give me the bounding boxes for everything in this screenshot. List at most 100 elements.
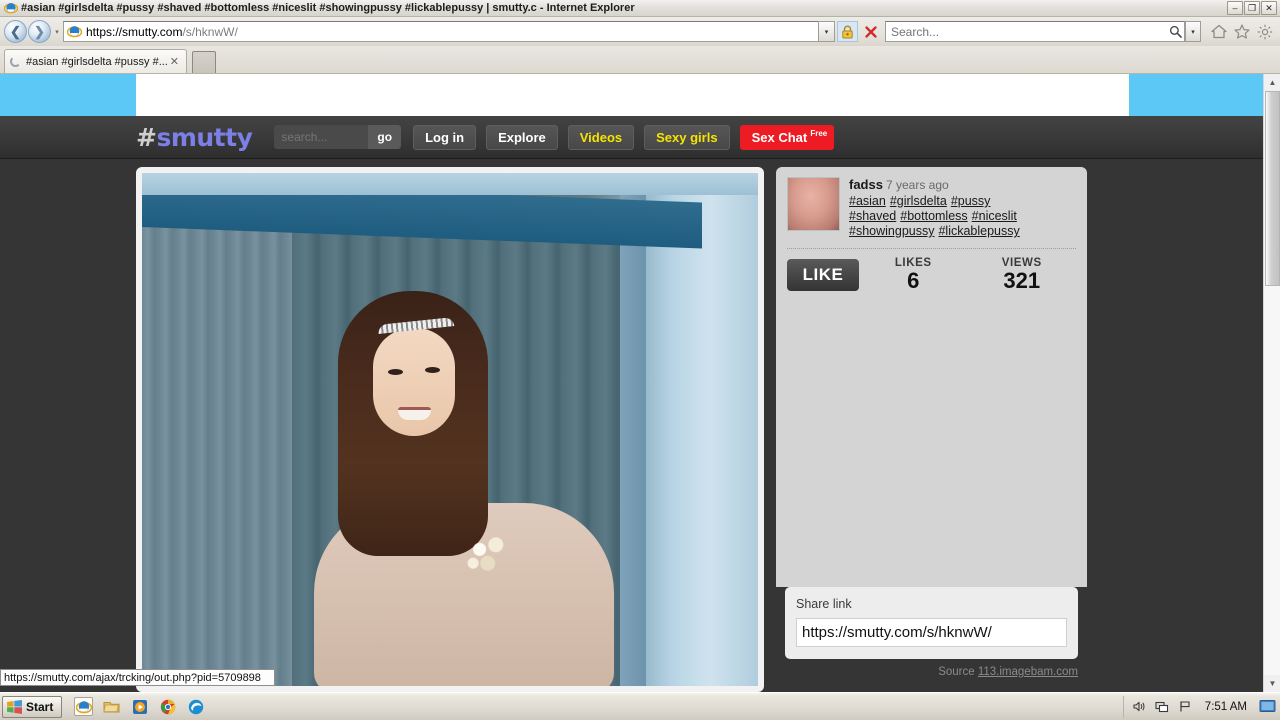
source-link[interactable]: 113.imagebam.com bbox=[978, 666, 1078, 678]
tag-link[interactable]: #lickablepussy bbox=[938, 224, 1019, 238]
source-credit: Source 113.imagebam.com bbox=[776, 659, 1087, 678]
like-button[interactable]: LIKE bbox=[787, 259, 859, 291]
page-body: fadss 7 years ago #asian #girlsdelta #pussy… bbox=[0, 159, 1263, 692]
minimize-button[interactable]: – bbox=[1227, 1, 1243, 15]
likes-count: 6 bbox=[907, 268, 920, 293]
taskbar-internet-explorer-icon[interactable] bbox=[74, 697, 94, 716]
tag-link[interactable]: #pussy bbox=[951, 194, 991, 208]
nav-login-button[interactable]: Log in bbox=[413, 124, 477, 150]
tab-bar: #asian #girlsdelta #pussy #... ✕ bbox=[0, 46, 1280, 74]
action-flag-icon[interactable] bbox=[1178, 699, 1193, 714]
views-count: 321 bbox=[1003, 268, 1041, 293]
close-button[interactable]: ✕ bbox=[1261, 1, 1277, 15]
photo-subject-eye-left bbox=[388, 369, 403, 375]
address-bar[interactable]: https://smutty.com/s/hknwW/ bbox=[63, 21, 819, 42]
browser-tab[interactable]: #asian #girlsdelta #pussy #... ✕ bbox=[4, 49, 187, 73]
taskbar-microsoft-edge-icon[interactable] bbox=[186, 697, 205, 716]
site-logo[interactable]: #smutty bbox=[136, 122, 253, 152]
address-dropdown-button[interactable]: ▾ bbox=[818, 21, 835, 42]
search-icon[interactable] bbox=[1166, 25, 1184, 38]
photo-ceiling bbox=[142, 173, 758, 195]
browser-command-icons bbox=[1210, 23, 1273, 40]
ad-slot[interactable] bbox=[136, 74, 1129, 116]
card-divider bbox=[787, 248, 1076, 249]
status-bar: https://smutty.com/ajax/trcking/out.php?… bbox=[0, 669, 275, 686]
tab-title: #asian #girlsdelta #pussy #... bbox=[26, 55, 168, 68]
site-header: #smutty go Log in Explore Videos Sexy gi… bbox=[0, 116, 1263, 159]
search-provider-dropdown[interactable]: ▾ bbox=[1185, 21, 1201, 42]
tab-close-icon[interactable]: ✕ bbox=[168, 55, 181, 68]
browser-search-input[interactable] bbox=[886, 24, 1166, 39]
tag-link[interactable]: #showingpussy bbox=[849, 224, 934, 238]
site-search-go-button[interactable]: go bbox=[368, 125, 402, 149]
favorites-star-icon[interactable] bbox=[1233, 23, 1250, 40]
tools-gear-icon[interactable] bbox=[1256, 23, 1273, 40]
source-label: Source bbox=[938, 666, 975, 678]
nav-sex-chat-button[interactable]: Sex Chat Free bbox=[739, 124, 835, 150]
taskbar-google-chrome-icon[interactable] bbox=[158, 697, 177, 716]
address-path: /s/hknwW/ bbox=[182, 24, 238, 39]
post-username[interactable]: fadss bbox=[849, 177, 883, 192]
tag-link[interactable]: #asian bbox=[849, 194, 886, 208]
windows-logo-icon bbox=[7, 699, 22, 714]
post-meta: fadss 7 years ago #asian #girlsdelta #pussy… bbox=[849, 177, 1076, 239]
post-stats: LIKE LIKES 6 VIEWS 321 bbox=[787, 257, 1076, 293]
recent-pages-dropdown-icon[interactable]: ▾ bbox=[51, 20, 63, 43]
photo-panel bbox=[136, 167, 764, 692]
logo-hash: # bbox=[136, 122, 157, 152]
scrollbar-thumb[interactable] bbox=[1265, 91, 1280, 286]
home-icon[interactable] bbox=[1210, 23, 1227, 40]
loading-spinner-icon bbox=[10, 56, 21, 67]
tag-link[interactable]: #niceslit bbox=[972, 209, 1017, 223]
post-byline: fadss 7 years ago bbox=[849, 177, 1076, 193]
status-bar-url: https://smutty.com/ajax/trcking/out.php?… bbox=[4, 671, 261, 684]
taskbar-clock[interactable]: 7:51 AM bbox=[1205, 701, 1247, 713]
page-viewport: #smutty go Log in Explore Videos Sexy gi… bbox=[0, 74, 1263, 692]
nav-explore-button[interactable]: Explore bbox=[486, 124, 558, 150]
photo-curtain bbox=[142, 203, 292, 686]
post-photo[interactable] bbox=[142, 173, 758, 686]
photo-door-frame-edge bbox=[620, 187, 646, 686]
sidebar-spacer bbox=[776, 301, 1087, 587]
tag-link[interactable]: #bottomless bbox=[900, 209, 967, 223]
nav-sexy-girls-button[interactable]: Sexy girls bbox=[644, 124, 730, 150]
network-icon[interactable] bbox=[1155, 699, 1170, 714]
system-tray: 7:51 AM bbox=[1122, 695, 1280, 718]
scroll-up-button[interactable]: ▲ bbox=[1264, 74, 1280, 91]
address-text: https://smutty.com/s/hknwW/ bbox=[86, 25, 818, 39]
volume-icon[interactable] bbox=[1132, 699, 1147, 714]
quick-launch-bar bbox=[74, 697, 205, 716]
site-search[interactable]: go bbox=[274, 125, 402, 149]
top-ad-banner bbox=[0, 74, 1263, 116]
site-search-input[interactable] bbox=[274, 125, 369, 149]
share-link-label: Share link bbox=[796, 597, 852, 611]
window-controls: – ❐ ✕ bbox=[1227, 1, 1277, 15]
sex-chat-free-badge: Free bbox=[810, 128, 828, 138]
windows-taskbar: Start 7:51 AM bbox=[0, 692, 1280, 720]
forward-button[interactable]: ❯ bbox=[28, 20, 51, 43]
ssl-lock-icon[interactable] bbox=[837, 21, 858, 42]
tag-link[interactable]: #shaved bbox=[849, 209, 896, 223]
post-timestamp: 7 years ago bbox=[885, 178, 949, 192]
share-link-input[interactable] bbox=[796, 618, 1067, 647]
address-domain: https://smutty.com bbox=[86, 24, 183, 39]
browser-search-box[interactable] bbox=[885, 21, 1185, 42]
restore-button[interactable]: ❐ bbox=[1244, 1, 1260, 15]
back-button[interactable]: ❮ bbox=[4, 20, 27, 43]
start-button[interactable]: Start bbox=[2, 695, 63, 718]
nav-videos-button[interactable]: Videos bbox=[567, 124, 635, 150]
scrollbar-track[interactable] bbox=[1264, 91, 1280, 675]
taskbar-file-explorer-icon[interactable] bbox=[102, 697, 121, 716]
stop-button[interactable] bbox=[860, 21, 881, 42]
taskbar-media-player-icon[interactable] bbox=[130, 697, 149, 716]
views-stat: VIEWS 321 bbox=[968, 257, 1077, 293]
avatar[interactable] bbox=[787, 177, 840, 231]
page-scrollbar[interactable]: ▲ ▼ bbox=[1263, 74, 1280, 692]
scroll-down-button[interactable]: ▼ bbox=[1264, 675, 1280, 692]
tag-link[interactable]: #girlsdelta bbox=[890, 194, 947, 208]
window-title-bar: #asian #girlsdelta #pussy #shaved #botto… bbox=[0, 0, 1280, 17]
new-tab-button[interactable] bbox=[191, 51, 216, 73]
likes-stat: LIKES 6 bbox=[859, 257, 968, 293]
show-desktop-icon[interactable] bbox=[1259, 699, 1276, 714]
photo-subject-mouth bbox=[398, 407, 431, 420]
